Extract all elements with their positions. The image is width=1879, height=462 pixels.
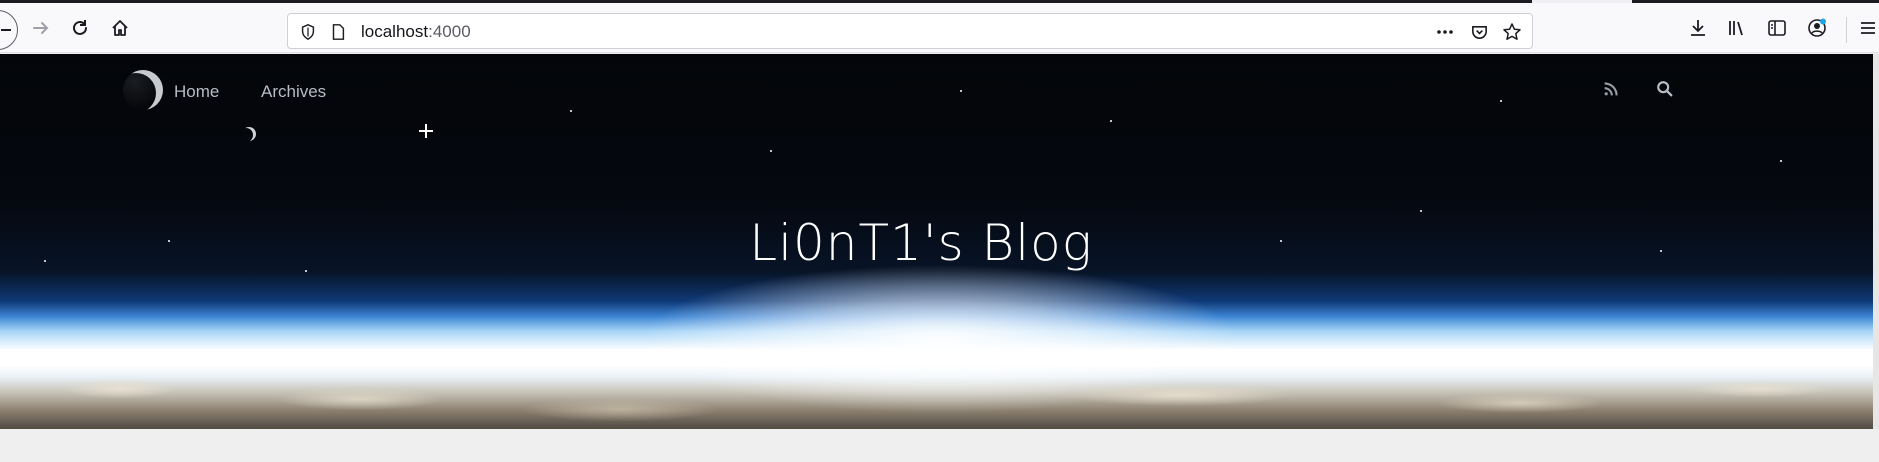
search-button[interactable] (1655, 79, 1675, 99)
url-host: localhost (361, 22, 429, 41)
bright-star (419, 124, 433, 138)
site-logo-moon[interactable] (123, 70, 163, 110)
page-scrollbar[interactable] (1873, 54, 1879, 429)
sidebar-button[interactable] (1761, 12, 1793, 44)
url-bar[interactable]: localhost:4000 (287, 13, 1533, 49)
pocket-icon[interactable] (1469, 22, 1489, 42)
toolbar-separator (1846, 17, 1847, 43)
back-button[interactable] (0, 10, 18, 50)
account-button[interactable] (1801, 12, 1833, 44)
reload-button[interactable] (64, 12, 96, 44)
back-arrow-icon (1, 29, 11, 31)
star (1420, 210, 1422, 212)
star (1500, 100, 1502, 102)
home-icon (112, 20, 128, 36)
nav-home-link[interactable]: Home (174, 82, 219, 102)
star (570, 110, 572, 112)
tracking-protection-shield-icon[interactable] (298, 22, 318, 42)
downloads-button[interactable] (1682, 12, 1714, 44)
home-button[interactable] (104, 12, 136, 44)
url-port: :4000 (428, 22, 471, 41)
site-title: Li0nT1's Blog (749, 214, 1093, 272)
star (1110, 120, 1112, 122)
forward-button[interactable] (25, 12, 57, 44)
library-button[interactable] (1721, 12, 1753, 44)
reload-icon (73, 20, 87, 35)
nav-archives-link[interactable]: Archives (261, 82, 326, 102)
small-moon (242, 127, 256, 141)
sidebar-icon (1768, 20, 1786, 36)
rss-button[interactable] (1601, 79, 1621, 99)
more-dots-icon[interactable] (1435, 22, 1455, 42)
browser-toolbar: localhost:4000 (0, 3, 1879, 53)
star (960, 90, 962, 92)
hamburger-menu-icon (1860, 22, 1875, 34)
rss-icon (1604, 82, 1618, 96)
library-icon (1729, 21, 1743, 36)
menu-button[interactable] (1854, 12, 1879, 44)
star (1780, 160, 1782, 162)
star-bookmark-icon[interactable] (1502, 22, 1522, 42)
earth-clouds (0, 359, 1879, 429)
star (770, 150, 772, 152)
forward-arrow-icon (33, 22, 49, 34)
account-icon (1808, 18, 1826, 37)
download-icon (1691, 20, 1705, 36)
url-text[interactable]: localhost:4000 (361, 22, 471, 42)
page-info-icon[interactable] (328, 22, 348, 42)
search-icon (1657, 81, 1673, 97)
